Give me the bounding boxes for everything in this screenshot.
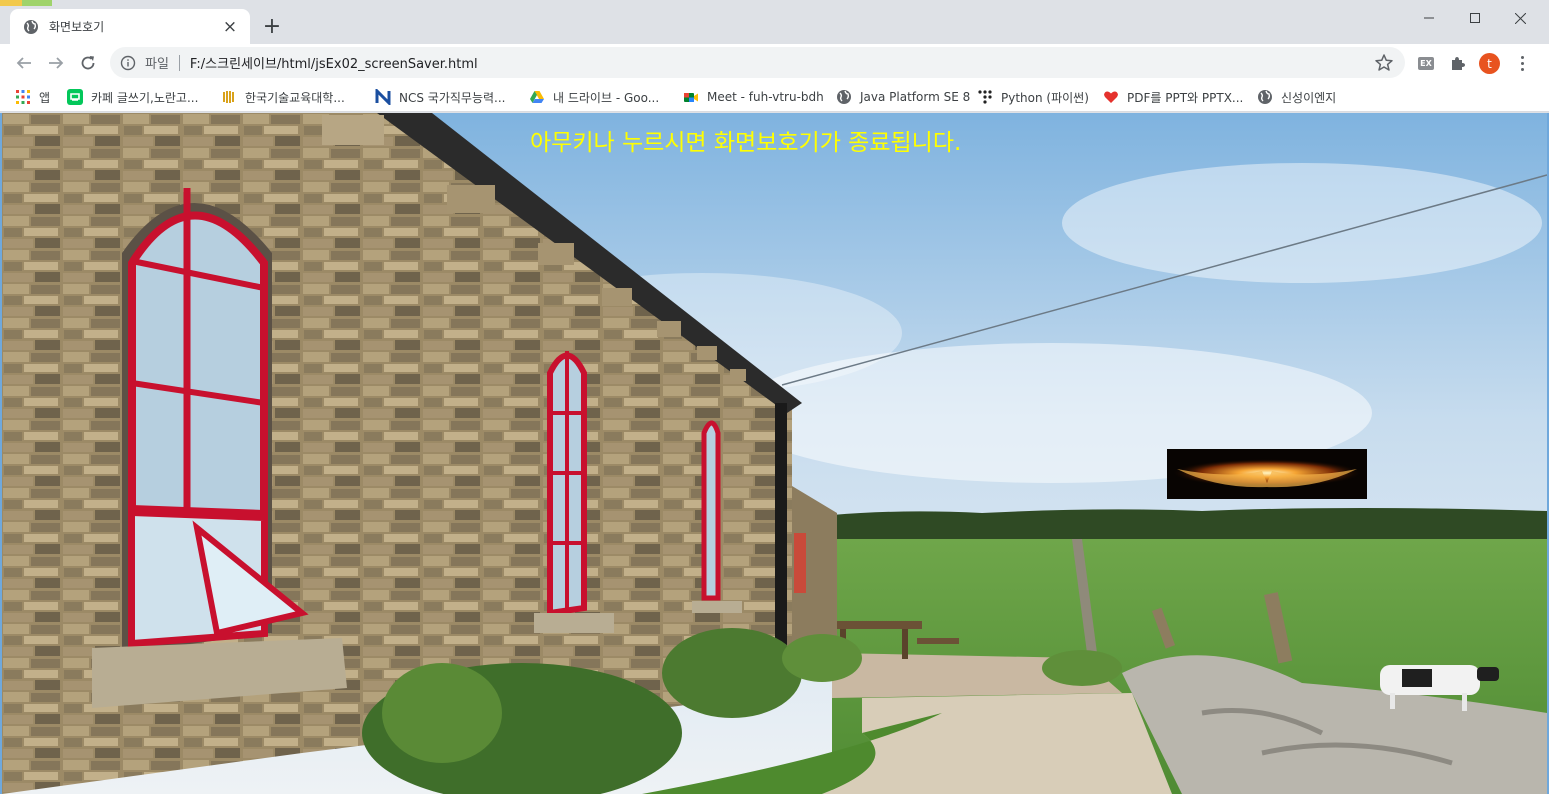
bookmark-pdf-ppt[interactable]: PDF를 PPT와 PPTX... <box>1103 86 1243 108</box>
arrow-left-icon <box>16 57 31 69</box>
globe-icon <box>836 89 852 105</box>
ncs-icon <box>375 89 391 105</box>
back-button[interactable] <box>10 49 38 77</box>
flame-wings-icon <box>1167 449 1367 499</box>
globe-icon <box>1257 89 1273 105</box>
maximize-icon <box>1470 13 1480 23</box>
bookmark-google-drive[interactable]: 내 드라이브 - Goo... <box>529 86 659 108</box>
page-viewport: 아무키나 누르시면 화면보호기가 종료됩니다. <box>2 113 1547 794</box>
bookmark-label: 카페 글쓰기,노란고... <box>91 90 199 105</box>
bookmark-cafe[interactable]: 카페 글쓰기,노란고... <box>67 86 198 108</box>
bookmark-label: 내 드라이브 - Goo... <box>553 90 660 105</box>
screensaver-exit-message: 아무키나 누르시면 화면보호기가 종료됩니다. <box>530 130 962 156</box>
minimize-icon <box>1424 17 1434 19</box>
window-close-button[interactable] <box>1497 4 1543 32</box>
bookmark-label: Python (파이썬) <box>1001 90 1089 105</box>
url-text[interactable]: F:/스크린세이브/html/jsEx02_screenSaver.html <box>190 53 478 72</box>
maximize-button[interactable] <box>1452 4 1498 32</box>
bookmark-shinsung[interactable]: 신성이엔지 <box>1257 86 1336 108</box>
profile-avatar[interactable]: t <box>1479 53 1500 74</box>
close-icon[interactable]: × <box>220 17 240 37</box>
bookmark-python[interactable]: Python (파이썬) <box>977 86 1089 108</box>
address-bar[interactable]: 파일 F:/스크린세이브/html/jsEx02_screenSaver.htm… <box>110 47 1405 78</box>
menu-icon[interactable] <box>1512 53 1532 73</box>
extension-ex-button[interactable]: EX <box>1415 52 1437 74</box>
google-meet-icon <box>683 89 699 105</box>
apps-grid-icon <box>15 89 31 105</box>
url-separator <box>178 54 180 71</box>
python-dots-icon <box>977 89 993 105</box>
bookmark-java[interactable]: Java Platform SE 8 <box>836 86 970 108</box>
arrow-right-icon <box>49 57 64 69</box>
ex-badge-icon: EX <box>1418 56 1434 70</box>
cafe-icon <box>67 89 83 105</box>
info-icon[interactable] <box>120 55 136 71</box>
koreatech-icon <box>221 89 237 105</box>
window-corner-decoration <box>0 0 52 6</box>
tab-strip: 화면보호기 × + <box>0 0 1549 44</box>
bookmark-koreatech[interactable]: 한국기술교육대학... <box>221 86 345 108</box>
bookmark-ncs[interactable]: NCS 국가직무능력... <box>375 86 505 108</box>
tab-title: 화면보호기 <box>49 20 105 34</box>
bookmark-label: Meet - fuh-vtru-bdh <box>707 90 824 104</box>
bookmarks-bar: 앱 카페 글쓰기,노란고... 한국기술교육대학... NCS 국가직무능력..… <box>0 81 1549 112</box>
bookmark-label: NCS 국가직무능력... <box>399 90 506 105</box>
reload-icon <box>81 56 95 70</box>
puzzle-icon <box>1452 57 1465 70</box>
google-drive-icon <box>529 89 545 105</box>
bookmark-label: Java Platform SE 8 <box>860 90 971 104</box>
bookmark-label: 신성이엔지 <box>1281 90 1337 105</box>
browser-toolbar: 파일 F:/스크린세이브/html/jsEx02_screenSaver.htm… <box>0 44 1549 81</box>
extensions-button[interactable] <box>1447 52 1469 74</box>
url-scheme-label: 파일 <box>145 57 169 72</box>
new-tab-button[interactable]: + <box>260 15 284 39</box>
reload-button[interactable] <box>74 49 102 77</box>
bookmark-label: 한국기술교육대학... <box>245 90 345 105</box>
close-window-icon <box>1514 12 1526 24</box>
browser-tab[interactable]: 화면보호기 × <box>10 9 250 44</box>
screensaver-floating-image <box>1167 449 1367 499</box>
forward-button[interactable] <box>42 49 70 77</box>
pdf-heart-icon <box>1103 89 1119 105</box>
globe-icon <box>24 19 38 34</box>
bookmark-apps[interactable]: 앱 <box>15 86 50 108</box>
bookmark-google-meet[interactable]: Meet - fuh-vtru-bdh <box>683 86 824 108</box>
minimize-button[interactable] <box>1406 4 1452 32</box>
bookmark-label: 앱 <box>39 90 51 105</box>
bookmark-label: PDF를 PPT와 PPTX... <box>1127 90 1244 105</box>
bookmark-star-icon[interactable] <box>1374 53 1394 73</box>
